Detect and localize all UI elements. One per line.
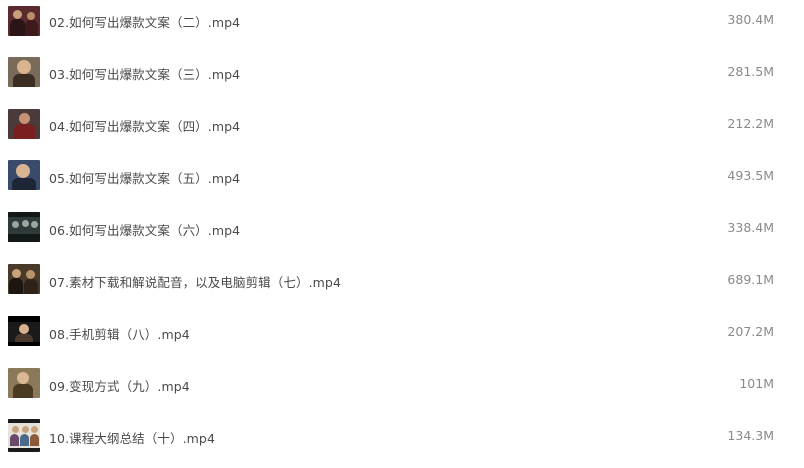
- video-thumbnail: [8, 212, 40, 242]
- file-name: 07.素材下载和解说配音，以及电脑剪辑（七）.mp4: [49, 275, 342, 290]
- file-size: 689.1M: [727, 272, 774, 287]
- file-row[interactable]: 08.手机剪辑（八）.mp4 207.2M: [0, 312, 804, 364]
- file-row[interactable]: 03.如何写出爆款文案（三）.mp4 281.5M: [0, 52, 804, 104]
- file-size: 101M: [739, 376, 774, 391]
- file-size: 380.4M: [727, 12, 774, 27]
- file-size: 207.2M: [727, 324, 774, 339]
- file-name: 02.如何写出爆款文案（二）.mp4: [49, 15, 241, 30]
- file-name: 08.手机剪辑（八）.mp4: [49, 327, 190, 342]
- video-thumbnail: [8, 6, 40, 36]
- file-row[interactable]: 06.如何写出爆款文案（六）.mp4 338.4M: [0, 208, 804, 260]
- file-list: 02.如何写出爆款文案（二）.mp4 380.4M 03.如何写出爆款文案（三）…: [0, 0, 804, 462]
- file-row[interactable]: 05.如何写出爆款文案（五）.mp4 493.5M: [0, 156, 804, 208]
- file-size: 338.4M: [727, 220, 774, 235]
- file-size: 281.5M: [727, 64, 774, 79]
- file-size: 212.2M: [727, 116, 774, 131]
- file-name: 09.变现方式（九）.mp4: [49, 379, 190, 394]
- file-name: 05.如何写出爆款文案（五）.mp4: [49, 171, 241, 186]
- video-thumbnail: [8, 264, 40, 294]
- video-thumbnail: [8, 109, 40, 139]
- video-thumbnail: [8, 160, 40, 190]
- file-row[interactable]: 02.如何写出爆款文案（二）.mp4 380.4M: [0, 0, 804, 52]
- file-size: 134.3M: [727, 428, 774, 443]
- file-row[interactable]: 10.课程大纲总结（十）.mp4 134.3M: [0, 416, 804, 468]
- file-row[interactable]: 04.如何写出爆款文案（四）.mp4 212.2M: [0, 104, 804, 156]
- video-thumbnail: [8, 419, 40, 452]
- file-row[interactable]: 09.变现方式（九）.mp4 101M: [0, 364, 804, 416]
- file-size: 493.5M: [727, 168, 774, 183]
- file-name: 10.课程大纲总结（十）.mp4: [49, 431, 216, 446]
- file-name: 06.如何写出爆款文案（六）.mp4: [49, 223, 241, 238]
- video-thumbnail: [8, 57, 40, 87]
- file-name: 03.如何写出爆款文案（三）.mp4: [49, 67, 241, 82]
- video-thumbnail: [8, 368, 40, 398]
- file-name: 04.如何写出爆款文案（四）.mp4: [49, 119, 241, 134]
- file-row[interactable]: 07.素材下载和解说配音，以及电脑剪辑（七）.mp4 689.1M: [0, 260, 804, 312]
- video-thumbnail: [8, 316, 40, 346]
